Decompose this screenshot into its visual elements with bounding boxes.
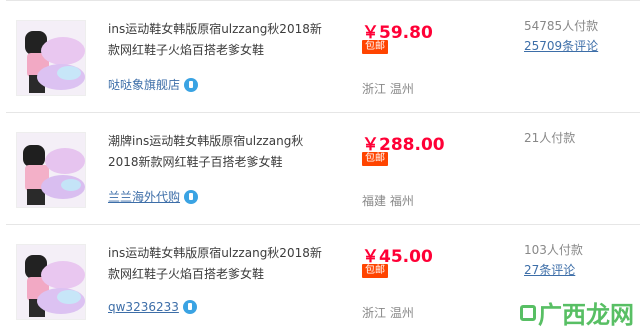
site-logo-icon xyxy=(520,304,536,321)
row-divider xyxy=(6,112,640,113)
shop-name[interactable]: qw3236233 xyxy=(108,300,179,314)
sales-count: 103人付款 xyxy=(524,243,583,257)
product-image[interactable] xyxy=(16,244,86,320)
watermark-text: 广西龙网 xyxy=(538,301,634,329)
wangwang-chat-icon[interactable] xyxy=(184,189,199,204)
sales-count: 54785人付款 xyxy=(524,19,599,33)
product-image[interactable] xyxy=(16,20,86,96)
shop-link[interactable]: qw3236233 xyxy=(108,300,197,314)
row-divider xyxy=(6,224,640,225)
product-list: ins运动鞋女韩版原宿ulzzang秋2018新款网红鞋子火焰百搭老爹女鞋 哒哒… xyxy=(0,0,640,334)
seller-location: 福建 福州 xyxy=(362,194,414,208)
site-watermark: 广西龙网 xyxy=(520,295,634,330)
seller-location: 浙江 温州 xyxy=(362,306,414,320)
free-shipping-badge: 包邮 xyxy=(362,264,388,278)
product-image[interactable] xyxy=(16,132,86,208)
shop-link[interactable]: 兰兰海外代购 xyxy=(108,188,199,205)
sales-count: 21人付款 xyxy=(524,131,576,145)
wangwang-chat-icon[interactable] xyxy=(184,77,199,92)
wangwang-chat-icon[interactable] xyxy=(182,300,197,314)
product-title[interactable]: ins运动鞋女韩版原宿ulzzang秋2018新款网红鞋子火焰百搭老爹女鞋 xyxy=(108,19,333,61)
product-title[interactable]: 潮牌ins运动鞋女韩版原宿ulzzang秋2018新款网红鞋子百搭老爹女鞋 xyxy=(108,131,333,173)
row-divider xyxy=(6,0,640,1)
product-row: 潮牌ins运动鞋女韩版原宿ulzzang秋2018新款网红鞋子百搭老爹女鞋 兰兰… xyxy=(0,112,640,224)
free-shipping-badge: 包邮 xyxy=(362,40,388,54)
shop-name[interactable]: 哒哒象旗舰店 xyxy=(108,76,180,93)
review-count-link[interactable]: 25709条评论 xyxy=(524,37,598,54)
product-title[interactable]: ins运动鞋女韩版原宿ulzzang秋2018新款网红鞋子火焰百搭老爹女鞋 xyxy=(108,243,333,285)
product-row: ins运动鞋女韩版原宿ulzzang秋2018新款网红鞋子火焰百搭老爹女鞋 哒哒… xyxy=(0,0,640,112)
seller-location: 浙江 温州 xyxy=(362,82,414,96)
shop-link[interactable]: 哒哒象旗舰店 xyxy=(108,76,199,93)
review-count-link[interactable]: 27条评论 xyxy=(524,261,575,278)
free-shipping-badge: 包邮 xyxy=(362,152,388,166)
shop-name[interactable]: 兰兰海外代购 xyxy=(108,188,180,205)
